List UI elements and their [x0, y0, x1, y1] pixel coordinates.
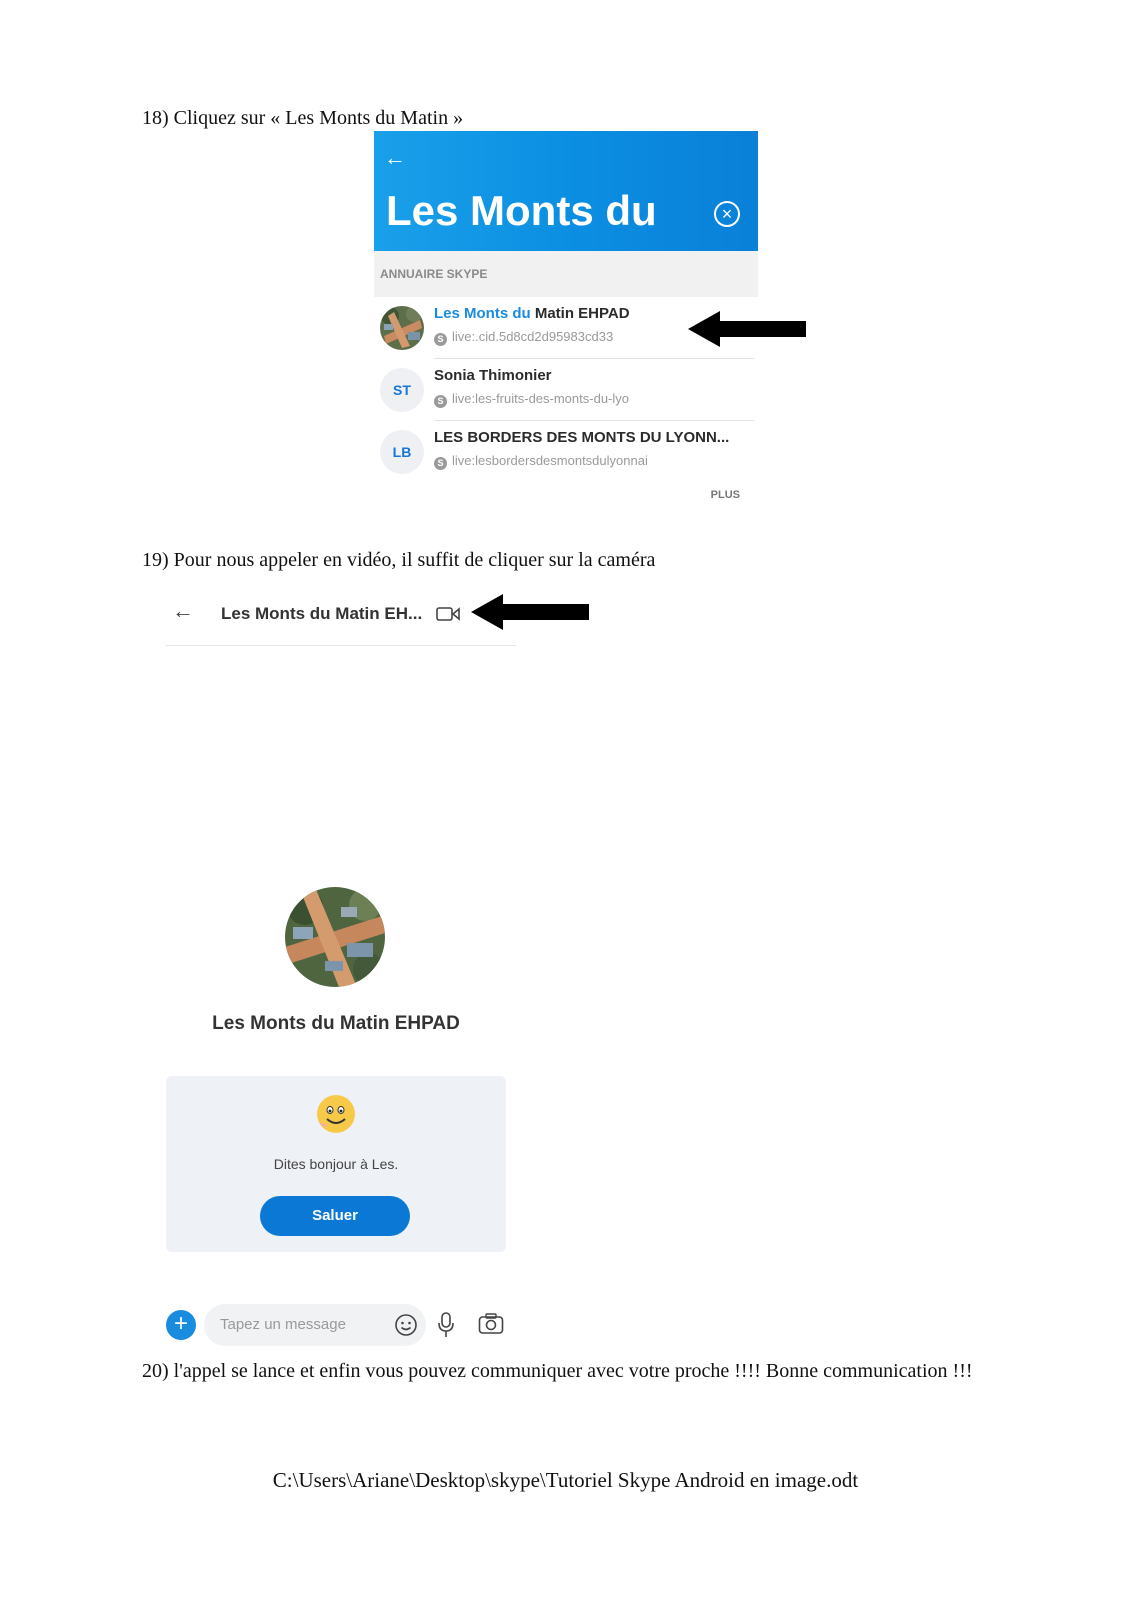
camera-icon[interactable] — [478, 1313, 504, 1335]
video-call-icon[interactable] — [436, 606, 460, 622]
result-name: Les Monts du Matin EHPAD — [434, 305, 630, 322]
skype-icon: S — [434, 333, 447, 346]
greet-button[interactable]: Saluer — [260, 1196, 410, 1236]
result-skype-id: Slive:les-fruits-des-monts-du-lyo — [434, 391, 629, 408]
step-18-instruction: 18) Cliquez sur « Les Monts du Matin » — [142, 107, 464, 129]
skype-icon: S — [434, 395, 447, 408]
more-link[interactable]: PLUS — [374, 489, 758, 501]
avatar: LB — [380, 430, 424, 474]
result-row[interactable]: LB LES BORDERS DES MONTS DU LYONN... Sli… — [374, 421, 758, 483]
clear-search-icon[interactable]: × — [714, 201, 740, 227]
search-header: ← Les Monts du × — [374, 131, 758, 251]
avatar: ST — [380, 368, 424, 412]
step-20-instruction: 20) l'appel se lance et enfin vous pouve… — [142, 1360, 973, 1382]
search-query[interactable]: Les Monts du — [386, 187, 657, 235]
message-placeholder: Tapez un message — [220, 1316, 346, 1333]
skype-icon: S — [434, 457, 447, 470]
back-arrow-icon[interactable]: ← — [172, 598, 194, 624]
result-row[interactable]: ST Sonia Thimonier Slive:les-fruits-des-… — [374, 359, 758, 421]
add-icon[interactable]: + — [166, 1310, 196, 1340]
message-input[interactable]: Tapez un message — [204, 1304, 426, 1346]
back-arrow-icon[interactable]: ← — [384, 145, 406, 171]
result-name: Sonia Thimonier — [434, 367, 552, 384]
document-path-footer: C:\Users\Ariane\Desktop\skype\Tutoriel S… — [272, 1468, 859, 1492]
message-composer: + Tapez un message — [166, 1304, 516, 1348]
pointer-arrow-icon — [471, 594, 589, 630]
section-label: ANNUAIRE SKYPE — [374, 251, 758, 297]
step-19-instruction: 19) Pour nous appeler en vidéo, il suffi… — [142, 549, 656, 571]
result-skype-id: Slive:.cid.5d8cd2d95983cd33 — [434, 329, 613, 346]
pointer-arrow-icon — [688, 311, 806, 347]
smiley-emoji-icon — [317, 1095, 355, 1133]
emoji-picker-icon[interactable] — [394, 1313, 418, 1337]
chat-title: Les Monts du Matin EH... — [221, 604, 423, 623]
chat-header-screenshot: ← Les Monts du Matin EH... — [166, 588, 516, 646]
greeting-card: Dites bonjour à Les. Saluer — [166, 1076, 506, 1252]
result-name: LES BORDERS DES MONTS DU LYONN... — [434, 429, 730, 446]
result-skype-id: Slive:lesbordersdesmontsdulyonnai — [434, 453, 648, 470]
contact-name: Les Monts du Matin EHPAD — [212, 1013, 460, 1034]
microphone-icon[interactable] — [436, 1312, 456, 1338]
greeting-text: Dites bonjour à Les. — [273, 1156, 399, 1172]
contact-avatar — [285, 887, 385, 987]
avatar — [380, 306, 424, 350]
